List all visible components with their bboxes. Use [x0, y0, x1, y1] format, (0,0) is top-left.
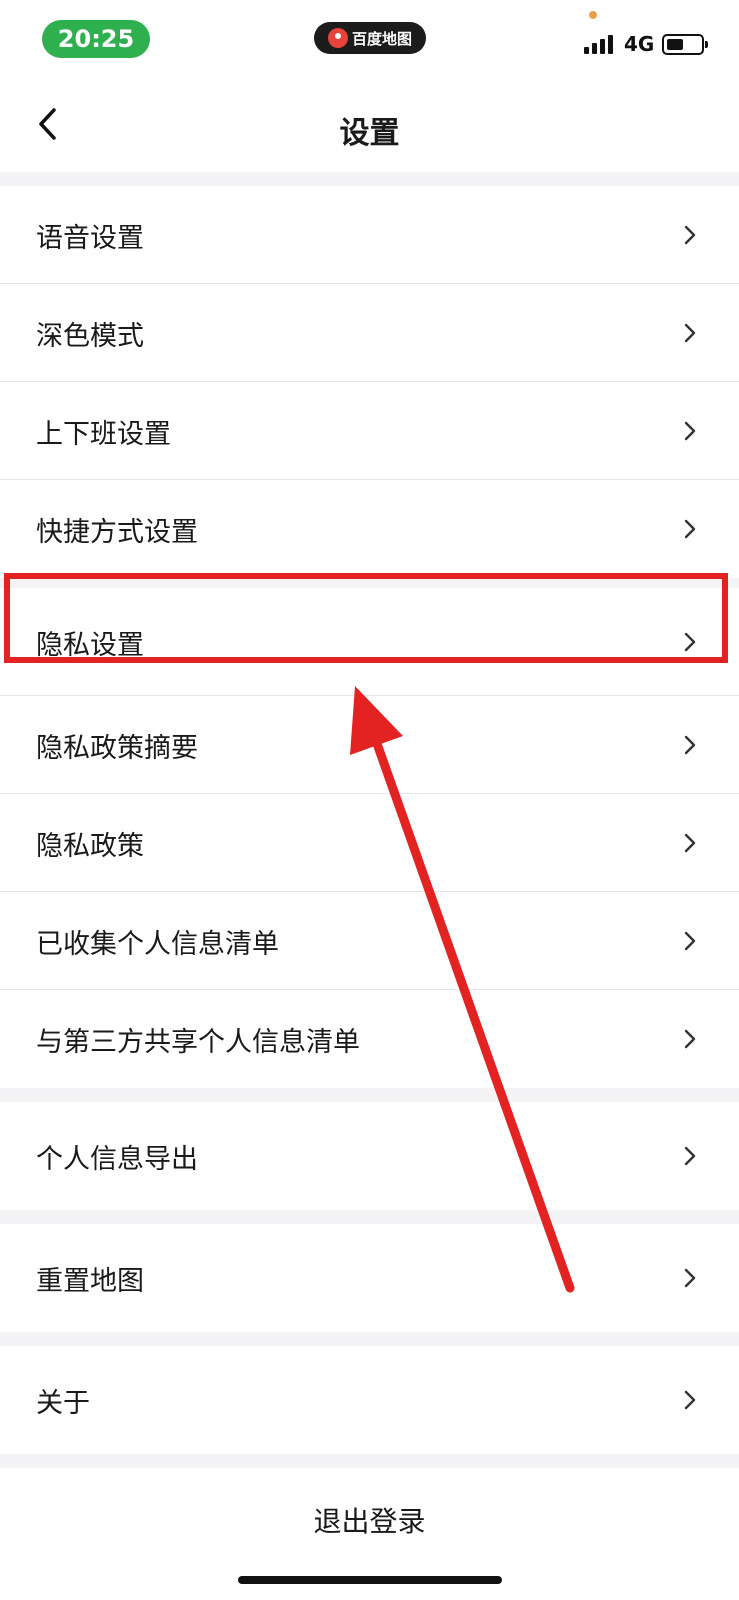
settings-item-label: 个人信息导出 — [36, 1143, 198, 1175]
settings-item-label: 快捷方式设置 — [36, 516, 198, 548]
app-indicator-pill: 百度地图 — [314, 22, 426, 54]
settings-list: 语音设置 深色模式 上下班设置 快捷方式设置 隐私设置 隐私政策摘要 隐私政策 … — [0, 172, 739, 1572]
baidu-map-logo-icon — [327, 28, 348, 48]
app-name: 百度地图 — [351, 29, 412, 48]
settings-item-privacy[interactable]: 隐私设置 — [0, 588, 739, 696]
settings-item-label: 重置地图 — [36, 1265, 144, 1297]
settings-item-label: 上下班设置 — [36, 418, 171, 450]
settings-item-export-info[interactable]: 个人信息导出 — [0, 1102, 739, 1210]
settings-item-collected-info[interactable]: 已收集个人信息清单 — [0, 892, 739, 990]
chevron-right-icon — [684, 1268, 696, 1288]
chevron-right-icon — [684, 323, 696, 343]
settings-item-reset-map[interactable]: 重置地图 — [0, 1224, 739, 1332]
chevron-right-icon — [684, 225, 696, 245]
chevron-right-icon — [684, 735, 696, 755]
signal-icon — [584, 34, 618, 54]
logout-label: 退出登录 — [313, 1505, 426, 1538]
group-divider — [0, 1088, 739, 1102]
chevron-right-icon — [684, 632, 696, 652]
chevron-right-icon — [684, 833, 696, 853]
settings-item-label: 隐私政策 — [36, 830, 144, 862]
settings-item-label: 深色模式 — [36, 320, 144, 352]
settings-item-label: 已收集个人信息清单 — [36, 928, 279, 960]
chevron-right-icon — [684, 421, 696, 441]
status-time: 20:25 — [42, 20, 150, 58]
settings-item-label: 语音设置 — [36, 222, 144, 254]
chevron-right-icon — [684, 1146, 696, 1166]
settings-item-label: 隐私设置 — [36, 629, 144, 661]
chevron-right-icon — [684, 519, 696, 539]
group-divider — [0, 1332, 739, 1346]
settings-item-label: 与第三方共享个人信息清单 — [36, 1026, 360, 1058]
privacy-indicator-dot — [589, 11, 597, 19]
chevron-right-icon — [684, 1390, 696, 1410]
network-label: 4G — [624, 32, 655, 56]
settings-item-third-party-sharing[interactable]: 与第三方共享个人信息清单 — [0, 990, 739, 1088]
settings-item-label: 隐私政策摘要 — [36, 732, 198, 764]
chevron-right-icon — [684, 1029, 696, 1049]
settings-item-voice[interactable]: 语音设置 — [0, 186, 739, 284]
page-title: 设置 — [339, 116, 400, 151]
group-divider — [0, 1454, 739, 1468]
settings-item-privacy-summary[interactable]: 隐私政策摘要 — [0, 696, 739, 794]
settings-item-dark-mode[interactable]: 深色模式 — [0, 284, 739, 382]
settings-item-commute[interactable]: 上下班设置 — [0, 382, 739, 480]
group-divider — [0, 172, 739, 186]
settings-item-shortcuts[interactable]: 快捷方式设置 — [0, 480, 739, 578]
settings-item-label: 关于 — [36, 1387, 90, 1419]
settings-item-privacy-policy[interactable]: 隐私政策 — [0, 794, 739, 892]
home-indicator — [238, 1576, 502, 1584]
group-divider — [0, 1210, 739, 1224]
nav-header: 设置 — [0, 80, 739, 172]
chevron-right-icon — [684, 931, 696, 951]
group-divider — [0, 578, 739, 588]
status-bar: 20:25 百度地图 4G — [0, 0, 739, 80]
settings-item-about[interactable]: 关于 — [0, 1346, 739, 1454]
logout-button[interactable]: 退出登录 — [0, 1468, 739, 1572]
battery-icon — [662, 34, 708, 55]
